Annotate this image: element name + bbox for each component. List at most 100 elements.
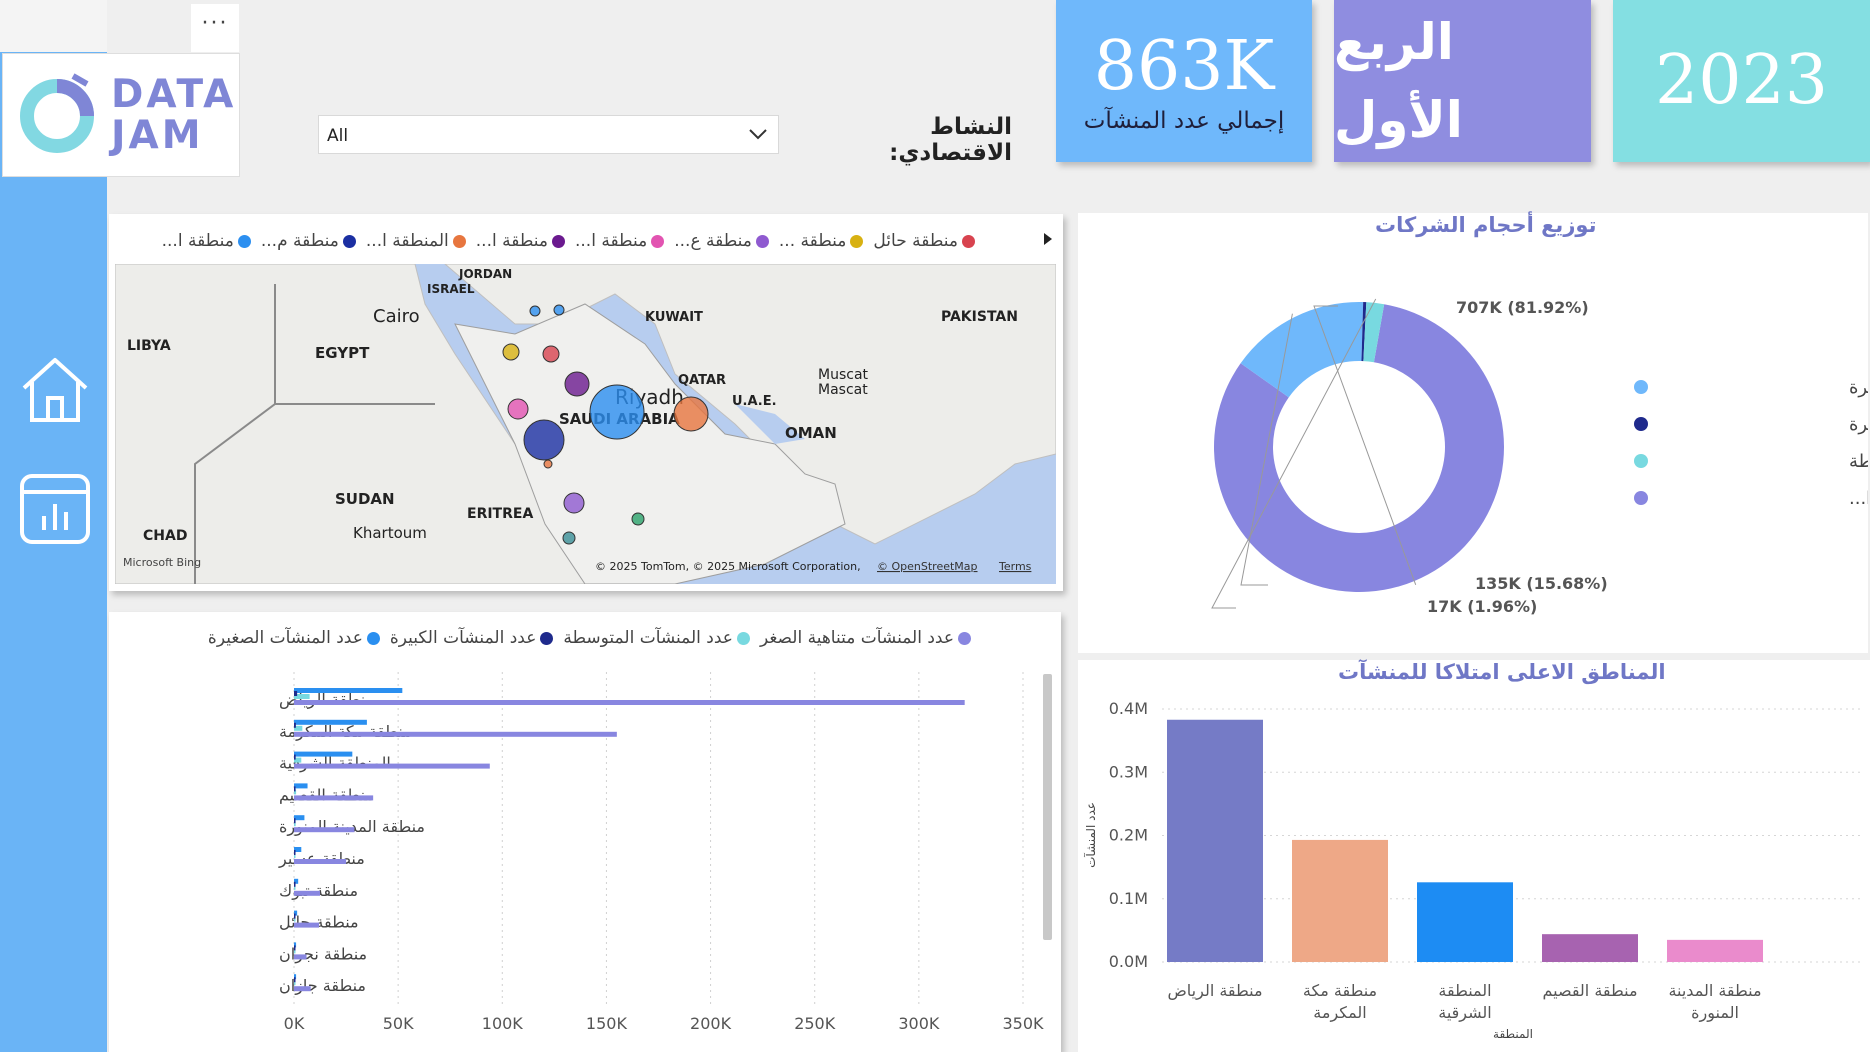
kpi-value: 2023 (1654, 41, 1829, 120)
map-place-label: ISRAEL (427, 282, 475, 296)
legend-dot-icon (1634, 380, 1648, 394)
hbar-bar[interactable] (294, 850, 296, 855)
map-bubble[interactable] (523, 419, 565, 461)
hbar-category-label: منطقة جازان (279, 976, 366, 996)
legend-dot-icon (755, 234, 769, 248)
hbar-x-tick: 250K (794, 1014, 836, 1033)
map-place-label: Muscat (818, 367, 869, 383)
map-bubble[interactable] (507, 398, 529, 420)
company-size-donut-visual: توزيع أحجام الشركات 707K (81.92%) 135K (1… (1078, 213, 1868, 653)
hbar-bar[interactable] (294, 827, 355, 833)
region-size-hbar-visual: عدد المنشآت متناهية الصغر عدد المنشآت الم… (109, 612, 1061, 1052)
legend-item[interactable]: منطقة ... (779, 231, 864, 251)
map-place-label: QATAR (678, 373, 726, 388)
hbar-bar[interactable] (294, 913, 296, 919)
vbar-category-label: منطقة المدينة (1668, 981, 1761, 1000)
activity-filter-dropdown[interactable]: All (318, 115, 779, 154)
map-bubble[interactable] (589, 384, 645, 440)
vbar-bar[interactable] (1417, 882, 1513, 962)
map-place-label: Mascat (818, 382, 868, 398)
legend-item[interactable]: المنطقة ا... (366, 231, 466, 251)
legend-item[interactable]: منطقة ع... (674, 231, 769, 251)
hbar-bar[interactable] (294, 986, 311, 992)
hbar-bar[interactable] (294, 859, 347, 864)
legend-dot-icon (237, 234, 251, 248)
hbar-bar[interactable] (294, 890, 321, 896)
vbar-chart[interactable]: 0.0M 0.1M 0.2M 0.3M 0.4M عدد المنشآت منطقة الر… (1078, 660, 1870, 1052)
legend-item[interactable]: منطقة ا... (162, 231, 251, 251)
hbar-bar[interactable] (294, 763, 490, 769)
brand-logo: DATA JAM (2, 53, 240, 177)
vbar-bar[interactable] (1542, 934, 1638, 962)
more-options-button[interactable]: ··· (191, 4, 239, 52)
hbar-bar[interactable] (294, 922, 319, 928)
legend-item[interactable]: منطقة ا... (476, 231, 565, 251)
legend-label: منطقة حائل (873, 231, 958, 251)
hbar-bar[interactable] (294, 815, 305, 821)
legend-item[interactable]: منطقة م... (261, 231, 356, 251)
openstreetmap-link: © OpenStreetMap (877, 560, 978, 573)
vbar-category-label: المنطقة (1438, 981, 1491, 1000)
hbar-bar[interactable] (294, 731, 617, 737)
hbar-bar[interactable] (294, 700, 965, 705)
hbar-x-tick: 150K (586, 1014, 628, 1033)
hbar-bar[interactable] (294, 818, 296, 824)
donut-data-label: 17K (1.96%) (1427, 597, 1537, 616)
legend-next-icon[interactable] (1043, 232, 1053, 246)
logo-ring-icon (20, 73, 94, 153)
map-place-label: EGYPT (315, 344, 370, 362)
vbar-bar[interactable] (1167, 719, 1263, 962)
hbar-bar[interactable] (294, 751, 353, 757)
vbar-bar[interactable] (1292, 839, 1388, 962)
vbar-y-tick: 0.0M (1109, 952, 1148, 971)
kpi-year: 2023 (1613, 0, 1870, 162)
report-icon[interactable] (18, 472, 92, 546)
logo-line-2: JAM (111, 113, 204, 158)
hbar-bar[interactable] (294, 945, 296, 951)
legend-item[interactable]: منطقة ا... (575, 231, 665, 251)
map-bubble[interactable] (673, 396, 709, 432)
vbar-bar[interactable] (1667, 939, 1763, 962)
hbar-bar[interactable] (294, 977, 296, 983)
chevron-down-icon (749, 129, 767, 140)
hbar-x-tick: 0K (284, 1014, 305, 1033)
map-place-label: KUWAIT (645, 310, 703, 325)
vbar-y-tick: 0.1M (1109, 889, 1148, 908)
map-bubble[interactable] (564, 371, 590, 397)
donut-chart[interactable]: 707K (81.92%) 135K (15.68%) 17K (1.96%) عدد… (1078, 213, 1868, 653)
hbar-bar[interactable] (294, 795, 374, 801)
hbar-bar[interactable] (294, 754, 296, 760)
map-bubble[interactable] (563, 492, 585, 514)
vbar-category-label: المكرمة (1313, 1003, 1366, 1023)
hbar-bar[interactable] (294, 783, 308, 789)
hbar-bar[interactable] (294, 786, 296, 792)
map-canvas[interactable]: JORDANISRAEL Cairo KUWAIT PAKISTAN LIBYA EGYP… (115, 264, 1056, 584)
scrollbar[interactable] (1043, 674, 1052, 940)
hbar-bar[interactable] (294, 688, 403, 693)
dropdown-value: All (327, 126, 349, 146)
hbar-chart[interactable]: 0K 50K 100K 150K 200K 250K 300K 350Kمنطقة الريا… (109, 612, 1061, 1052)
map-bubble[interactable] (553, 304, 565, 316)
map-bubble[interactable] (502, 343, 520, 361)
hbar-category-label: منطقة حائل (279, 913, 359, 932)
map-bubble[interactable] (529, 305, 541, 317)
map-legend: منطقة حائل منطقة ... منطقة ع... منطقة ا... م… (152, 231, 975, 251)
donut-legend-label: عدد المنشآت المتوسطة (1849, 449, 1868, 472)
hbar-bar[interactable] (294, 719, 367, 725)
hbar-bar[interactable] (294, 691, 298, 696)
donut-legend-label: عدد المنشآت الصغيرة (1849, 375, 1868, 398)
hbar-bar[interactable] (294, 954, 307, 960)
map-bubble[interactable] (562, 531, 576, 545)
vbar-category-label: منطقة مكة (1303, 981, 1377, 1000)
map-bubble[interactable] (543, 459, 553, 469)
hbar-bar[interactable] (294, 881, 296, 887)
legend-item[interactable]: منطقة حائل (873, 231, 975, 251)
map-bubble[interactable] (542, 345, 560, 363)
home-icon[interactable] (18, 352, 92, 426)
legend-dot-icon (452, 234, 466, 248)
map-bubble[interactable] (631, 512, 645, 526)
donut-data-label: 707K (81.92%) (1456, 298, 1589, 317)
legend-label: منطقة ا... (161, 231, 234, 251)
map-place-label: Cairo (373, 306, 420, 327)
hbar-bar[interactable] (294, 722, 296, 728)
